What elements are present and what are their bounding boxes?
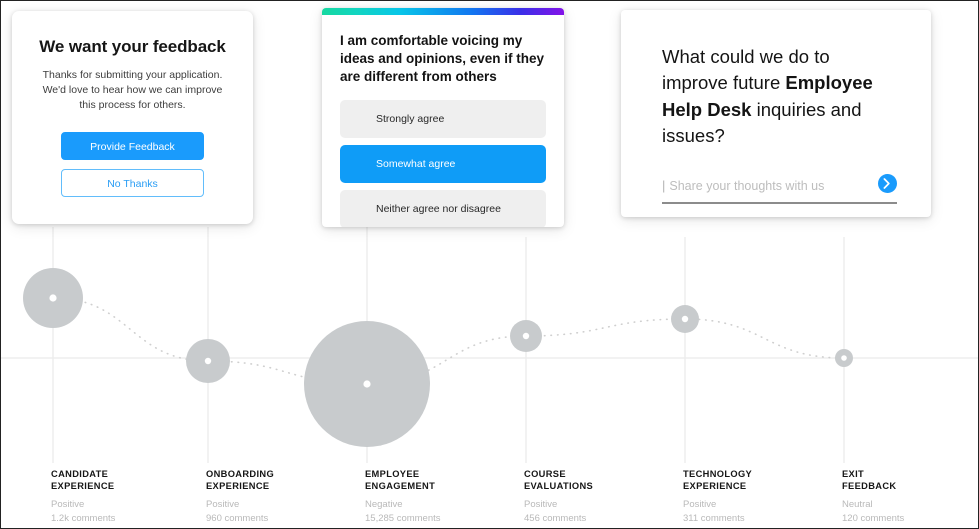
feedback-card-title: We want your feedback xyxy=(39,37,226,56)
open-ended-question-text: What could we do to improve future Emplo… xyxy=(662,44,897,149)
category-comment-count: 120 comments xyxy=(842,512,905,524)
chart-connector-lines xyxy=(52,227,845,463)
bubble-center-dot-1 xyxy=(204,357,212,365)
category-label-5[interactable]: EXIT FEEDBACK Neutral 120 comments xyxy=(842,469,978,525)
open-ended-question-card: What could we do to improve future Emplo… xyxy=(621,10,931,217)
thoughts-input-field[interactable]: | Share your thoughts with us xyxy=(662,174,897,205)
category-sentiment: Positive xyxy=(51,498,85,510)
category-label-1[interactable]: ONBOARDING EXPERIENCE Positive 960 comments xyxy=(206,469,356,525)
survey-options-list: Strongly agree Somewhat agree Neither agre… xyxy=(340,99,546,227)
survey-question-text: I am comfortable voicing my ideas and op… xyxy=(340,33,545,84)
category-comment-count: 960 comments xyxy=(206,512,269,524)
category-name: TECHNOLOGY EXPERIENCE xyxy=(683,469,753,491)
category-comment-count: 15,285 comments xyxy=(365,512,441,524)
thoughts-input-placeholder: Share your thoughts with us xyxy=(669,179,825,194)
bubble-center-dot-5 xyxy=(841,355,847,361)
text-caret: | xyxy=(662,178,666,194)
category-comment-count: 456 comments xyxy=(524,512,587,524)
category-name: CANDIDATE EXPERIENCE xyxy=(51,469,115,491)
category-label-2[interactable]: EMPLOYEE ENGAGEMENT Negative 15,285 comment… xyxy=(365,469,515,525)
feedback-card: We want your feedback Thanks for submitt… xyxy=(12,11,253,224)
survey-option-2[interactable]: Neither agree nor disagree xyxy=(340,189,546,227)
category-comment-count: 311 comments xyxy=(683,512,745,524)
survey-question-card: I am comfortable voicing my ideas and op… xyxy=(322,8,564,227)
bubble-center-dot-0 xyxy=(49,294,57,302)
category-comment-count: 1.2k comments xyxy=(51,512,116,524)
provide-feedback-button[interactable]: Provide Feedback xyxy=(61,131,204,160)
category-label-4[interactable]: TECHNOLOGY EXPERIENCE Positive 311 comments xyxy=(683,469,833,525)
app-root: We want your feedback Thanks for submitt… xyxy=(0,0,979,529)
category-name: ONBOARDING EXPERIENCE xyxy=(206,469,275,491)
gradient-accent-bar xyxy=(322,8,564,15)
category-name: EXIT FEEDBACK xyxy=(842,469,897,491)
category-label-3[interactable]: COURSE EVALUATIONS Positive 456 comments xyxy=(524,469,674,525)
category-label-0[interactable]: CANDIDATE EXPERIENCE Positive 1.2k comments xyxy=(51,469,201,525)
category-sentiment: Positive xyxy=(683,498,717,510)
category-name: COURSE EVALUATIONS xyxy=(524,469,594,491)
submit-response-button[interactable] xyxy=(878,174,897,194)
category-sentiment: Negative xyxy=(365,498,403,510)
category-sentiment: Neutral xyxy=(842,498,873,510)
no-thanks-button[interactable]: No Thanks xyxy=(61,168,204,197)
category-name: EMPLOYEE ENGAGEMENT xyxy=(365,469,436,491)
category-sentiment: Positive xyxy=(524,498,558,510)
feedback-card-body: Thanks for submitting your application. … xyxy=(42,69,223,111)
chevron-right-icon xyxy=(883,178,890,189)
survey-option-1[interactable]: Somewhat agree xyxy=(340,144,546,183)
bubble-center-dot-2 xyxy=(363,380,371,388)
category-sentiment: Positive xyxy=(206,498,240,510)
trend-curve xyxy=(52,297,845,385)
bubble-center-dot-3 xyxy=(522,332,530,340)
survey-option-0[interactable]: Strongly agree xyxy=(340,99,546,138)
bubble-center-dot-4 xyxy=(681,315,689,323)
